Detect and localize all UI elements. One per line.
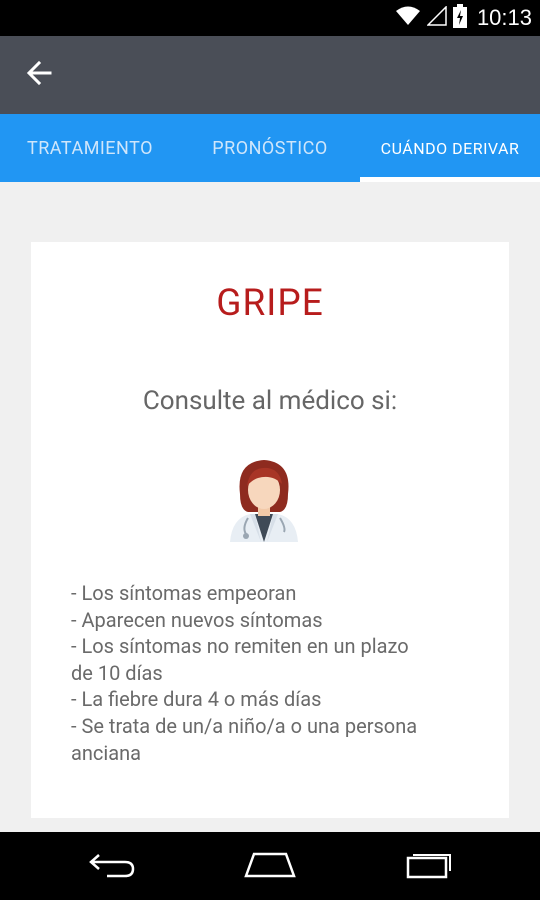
tab-cuando-derivar[interactable]: CUÁNDO DERIVAR [360,114,540,182]
nav-back-icon [87,849,137,883]
status-icons: 10:13 [395,0,532,36]
nav-home-button[interactable] [240,846,300,886]
tab-indicator [360,177,540,182]
tab-pronostico[interactable]: PRONÓSTICO [180,114,360,182]
card-subtitle: Consulte al médico si: [142,386,398,416]
nav-home-icon [242,850,298,882]
list-item: - Aparecen nuevos síntomas [71,607,323,632]
list-item: - Los síntomas empeoran [71,581,297,605]
battery-icon [452,4,467,32]
nav-bar [0,832,540,900]
tab-tratamiento[interactable]: TRATAMIENTO [0,114,180,182]
list-item: de 10 días [71,660,163,685]
female-doctor-icon [228,452,300,542]
status-bar: 10:13 [0,0,540,36]
page-title: GRIPE [216,282,324,325]
arrow-back-icon [26,60,52,90]
nav-recents-icon [404,849,456,883]
list-item: - Se trata de un/a niño/a o una persona [71,713,418,738]
nav-back-button[interactable] [82,846,142,886]
app-bar [0,36,540,114]
back-button[interactable] [14,50,64,100]
list-item: - Los síntomas no remiten en un plazo [71,634,409,659]
tab-bar: TRATAMIENTO PRONÓSTICO CUÁNDO DERIVAR [0,114,540,182]
list-item: - La fiebre dura 4 o más días [71,687,322,712]
wifi-icon [395,6,421,30]
symptoms-list: - Los síntomas empeoran - Aparecen nuevo… [71,580,491,766]
nav-recents-button[interactable] [400,846,460,886]
signal-icon [426,5,447,30]
list-item: anciana [71,740,142,765]
status-time: 10:13 [476,5,532,30]
